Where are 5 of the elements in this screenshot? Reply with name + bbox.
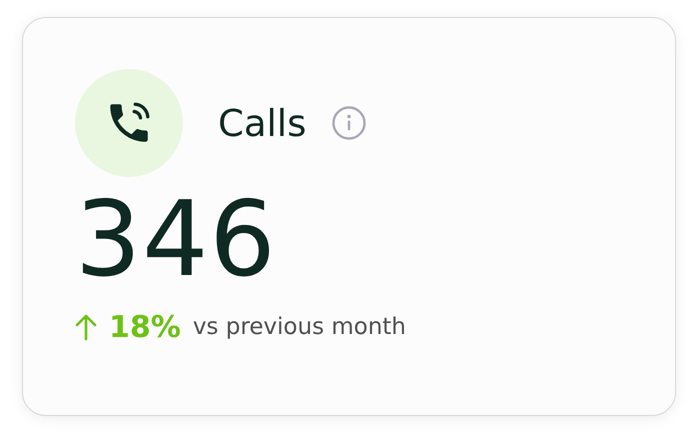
info-icon[interactable] xyxy=(331,105,368,141)
metric-value: 346 xyxy=(75,177,278,302)
comparison-text: vs previous month xyxy=(192,314,406,340)
card-title: Calls xyxy=(218,102,306,144)
change-percent: 18% xyxy=(109,310,181,345)
